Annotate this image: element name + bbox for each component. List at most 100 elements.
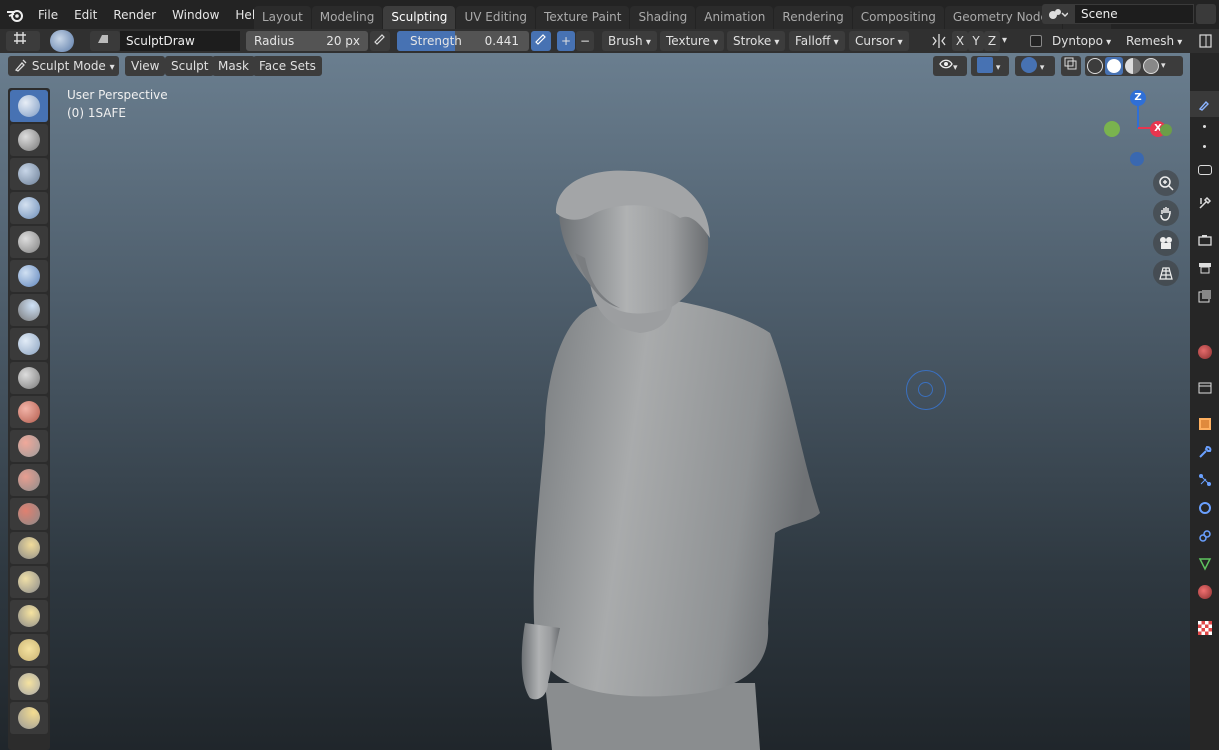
navigation-gizmo[interactable]: Z X [1100, 86, 1180, 166]
scene-browse-button[interactable] [1196, 4, 1216, 24]
tab-rendering[interactable]: Rendering [774, 6, 852, 29]
solid-shading-icon[interactable] [1105, 57, 1123, 75]
cursor-menu[interactable]: Cursor [849, 31, 909, 51]
menu-window[interactable]: Window [164, 4, 227, 26]
render-tab-icon[interactable] [1190, 227, 1219, 253]
tab-compositing[interactable]: Compositing [852, 6, 944, 29]
clay-strips-brush-icon[interactable] [10, 192, 48, 224]
tab-modeling[interactable]: Modeling [311, 6, 383, 29]
clay-brush-icon[interactable] [10, 158, 48, 190]
scrape-brush-icon[interactable] [10, 498, 48, 530]
flatten-brush-icon[interactable] [10, 430, 48, 462]
overlays-toggle-icon[interactable]: ▾ [1015, 56, 1055, 76]
tab-shading[interactable]: Shading [630, 6, 696, 29]
falloff-menu[interactable]: Falloff [789, 31, 845, 51]
mask-menu[interactable]: Mask [212, 56, 255, 76]
constraints-tab-icon[interactable] [1190, 523, 1219, 549]
stroke-menu[interactable]: Stroke [727, 31, 786, 51]
inflate-brush-icon[interactable] [10, 294, 48, 326]
gizmo-toggle-icon[interactable]: ▾ [971, 56, 1009, 76]
output-tab-icon[interactable] [1190, 255, 1219, 281]
clay-thumb-brush-icon[interactable] [10, 226, 48, 258]
object-tab-icon[interactable] [1190, 411, 1219, 437]
tab-sculpting[interactable]: Sculpting [383, 6, 456, 29]
pinch-brush-icon[interactable] [10, 566, 48, 598]
texture-tab-icon[interactable] [1190, 615, 1219, 641]
pan-hand-icon[interactable] [1153, 200, 1179, 226]
material-shading-icon[interactable] [1125, 58, 1141, 74]
brush-name-field[interactable]: SculptDraw [120, 31, 240, 51]
dyntopo-menu[interactable]: Dyntopo [1046, 31, 1117, 51]
face-sets-menu[interactable]: Face Sets [253, 56, 322, 76]
elastic-deform-brush-icon[interactable] [10, 634, 48, 666]
snake-hook-brush-icon[interactable] [10, 668, 48, 700]
dyntopo-checkbox[interactable] [1030, 35, 1042, 47]
ortho-grid-icon[interactable] [1153, 260, 1179, 286]
tab-layout[interactable]: Layout [254, 6, 311, 29]
wireframe-shading-icon[interactable] [1087, 58, 1103, 74]
menu-edit[interactable]: Edit [66, 4, 105, 26]
tool-tab-icon[interactable] [1190, 190, 1219, 216]
symmetry-x-toggle[interactable]: X [952, 31, 968, 51]
gizmo-z-axis[interactable]: Z [1130, 90, 1146, 106]
mode-selector[interactable]: Sculpt Mode [8, 56, 119, 76]
sidebar-toggle-icon[interactable] [1196, 32, 1216, 50]
tab-uv-editing[interactable]: UV Editing [456, 6, 536, 29]
symmetry-options-chevron-down-icon[interactable]: ▾ [1002, 33, 1018, 49]
xray-toggle-icon[interactable] [1061, 56, 1081, 76]
texture-menu[interactable]: Texture [660, 31, 725, 51]
view-menu[interactable]: View [125, 56, 166, 76]
symmetry-y-toggle[interactable]: Y [968, 31, 984, 51]
3d-viewport[interactable]: User Perspective (0) 1SAFE Z X [0, 53, 1190, 750]
brush-menu[interactable]: Brush [602, 31, 657, 51]
visibility-eye-icon[interactable]: ▾ [933, 56, 967, 76]
draw-brush-icon[interactable] [10, 90, 48, 122]
smooth-brush-icon[interactable] [10, 396, 48, 428]
world-tab-icon[interactable] [1190, 339, 1219, 365]
draw-sharp-brush-icon[interactable] [10, 124, 48, 156]
physics-tab-icon[interactable] [1190, 495, 1219, 521]
strength-pressure-icon[interactable] [531, 31, 551, 51]
scene-name-field[interactable]: Scene [1074, 4, 1194, 24]
data-tab-icon[interactable] [1190, 551, 1219, 577]
dot-icon[interactable] [1190, 133, 1219, 159]
toggle-icon[interactable] [1190, 157, 1219, 183]
brush-browse-button[interactable] [90, 31, 120, 51]
tool-settings-dropdown[interactable] [6, 31, 40, 51]
material-tab-icon[interactable] [1190, 579, 1219, 605]
menu-render[interactable]: Render [105, 4, 164, 26]
blender-logo-icon[interactable] [0, 0, 30, 29]
camera-view-icon[interactable] [1153, 230, 1179, 256]
multiplane-scrape-brush-icon[interactable] [10, 532, 48, 564]
symmetry-icon[interactable] [930, 33, 948, 49]
radius-pressure-icon[interactable] [370, 31, 390, 51]
zoom-icon[interactable] [1153, 170, 1179, 196]
blob-brush-icon[interactable] [10, 328, 48, 360]
gizmo-neg-y-axis[interactable] [1160, 124, 1172, 136]
thumb-brush-icon[interactable] [10, 702, 48, 734]
scene-icon[interactable] [1042, 4, 1074, 24]
rendered-shading-icon[interactable] [1143, 58, 1159, 74]
direction-subtract-button[interactable]: − [576, 31, 594, 51]
collection-tab-icon[interactable] [1190, 375, 1219, 401]
radius-field[interactable]: Radius 20 px [246, 31, 368, 51]
gizmo-y-axis[interactable] [1104, 121, 1120, 137]
tab-animation[interactable]: Animation [696, 6, 774, 29]
brush-preview-icon[interactable] [50, 30, 74, 52]
fill-brush-icon[interactable] [10, 464, 48, 496]
menu-file[interactable]: File [30, 4, 66, 26]
sculpt-menu[interactable]: Sculpt [165, 56, 215, 76]
crease-brush-icon[interactable] [10, 362, 48, 394]
shading-options-chevron-down-icon[interactable]: ▾ [1161, 56, 1166, 76]
gizmo-neg-z-axis[interactable] [1130, 152, 1144, 166]
layer-brush-icon[interactable] [10, 260, 48, 292]
direction-add-button[interactable]: + [557, 31, 575, 51]
particles-tab-icon[interactable] [1190, 467, 1219, 493]
grab-brush-icon[interactable] [10, 600, 48, 632]
symmetry-z-toggle[interactable]: Z [984, 31, 1000, 51]
tab-texture-paint[interactable]: Texture Paint [536, 6, 630, 29]
modifier-wrench-icon[interactable] [1190, 439, 1219, 465]
strength-field[interactable]: Strength 0.441 [397, 31, 529, 51]
remesh-menu[interactable]: Remesh [1120, 31, 1188, 51]
view-layer-tab-icon[interactable] [1190, 283, 1219, 309]
